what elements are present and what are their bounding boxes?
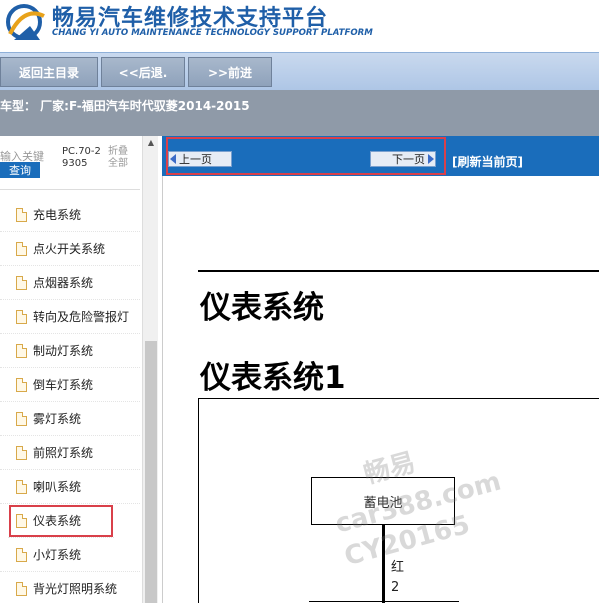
- forward-button[interactable]: >>前进: [188, 57, 272, 87]
- document-icon: [16, 275, 27, 290]
- list-item[interactable]: 点烟器系统: [0, 266, 140, 300]
- page-toolbar: 上一页 下一页 [刷新当前页]: [162, 136, 599, 176]
- search-area: 输入关键 查询 PC.70-29305 折叠全部: [0, 136, 140, 190]
- document-icon: [16, 411, 27, 426]
- scroll-up-icon[interactable]: ▲: [143, 138, 159, 150]
- vehicle-info-bar: 车型： 厂家:F-福田汽车时代驭菱2014-2015: [0, 90, 599, 136]
- list-item[interactable]: 小灯系统: [0, 538, 140, 572]
- next-page-button[interactable]: 下一页: [370, 151, 436, 167]
- back-button[interactable]: <<后退.: [101, 57, 185, 87]
- header: 畅易汽车维修技术支持平台 CHANG YI AUTO MAINTENANCE T…: [0, 0, 599, 52]
- scroll-thumb[interactable]: [145, 341, 157, 603]
- document-icon: [16, 581, 27, 596]
- pager-highlight: 上一页 下一页: [166, 137, 446, 175]
- system-list: 充电系统 点火开关系统 点烟器系统 转向及危险警报灯 制动灯系统 倒车灯系统 雾…: [0, 198, 140, 603]
- document-icon: [16, 377, 27, 392]
- list-item-active[interactable]: 仪表系统: [8, 504, 114, 538]
- collapse-all-link[interactable]: 折叠全部: [108, 146, 134, 170]
- document-icon: [16, 547, 27, 562]
- home-button[interactable]: 返回主目录: [0, 57, 98, 87]
- pc-label: PC.70-29305: [62, 146, 101, 169]
- document-icon: [16, 479, 27, 494]
- refresh-link[interactable]: [刷新当前页]: [452, 153, 523, 170]
- document-icon: [16, 513, 27, 528]
- list-item[interactable]: 转向及危险警报灯: [0, 300, 140, 334]
- list-item[interactable]: 喇叭系统: [0, 470, 140, 504]
- list-item[interactable]: 充电系统: [0, 198, 140, 232]
- list-item[interactable]: 雾灯系统: [0, 402, 140, 436]
- list-item[interactable]: 制动灯系统: [0, 334, 140, 368]
- diagram-title: 仪表系统1: [200, 360, 346, 396]
- document-icon: [16, 241, 27, 256]
- divider: [198, 270, 599, 272]
- page-title: 仪表系统: [200, 290, 324, 326]
- document-icon: [16, 343, 27, 358]
- arrow-right-icon: [428, 154, 434, 164]
- arrow-left-icon: [170, 154, 176, 164]
- list-item[interactable]: 点火开关系统: [0, 232, 140, 266]
- list-item[interactable]: 倒车灯系统: [0, 368, 140, 402]
- document-icon: [16, 445, 27, 460]
- wire-number-label: 2: [391, 580, 400, 595]
- list-item[interactable]: 前照灯系统: [0, 436, 140, 470]
- nav-bar: 返回主目录 <<后退. >>前进: [0, 52, 599, 90]
- list-item[interactable]: 背光灯照明系统: [0, 572, 140, 603]
- logo-icon: [6, 4, 45, 40]
- vehicle-info: 车型： 厂家:F-福田汽车时代驭菱2014-2015: [0, 99, 250, 113]
- prev-page-button[interactable]: 上一页: [168, 151, 232, 167]
- search-button[interactable]: 查询: [0, 162, 40, 178]
- brand-subtitle: CHANG YI AUTO MAINTENANCE TECHNOLOGY SUP…: [52, 28, 373, 38]
- document-icon: [16, 207, 27, 222]
- system-tree-panel: 输入关键 查询 PC.70-29305 折叠全部 充电系统 点火开关系统 点烟器…: [0, 136, 160, 603]
- document-icon: [16, 309, 27, 324]
- document-view: 仪表系统 仪表系统1 蓄电池 红 2 畅易 car388.com CY20165: [162, 176, 599, 603]
- sidebar-scrollbar[interactable]: ▲: [142, 136, 158, 603]
